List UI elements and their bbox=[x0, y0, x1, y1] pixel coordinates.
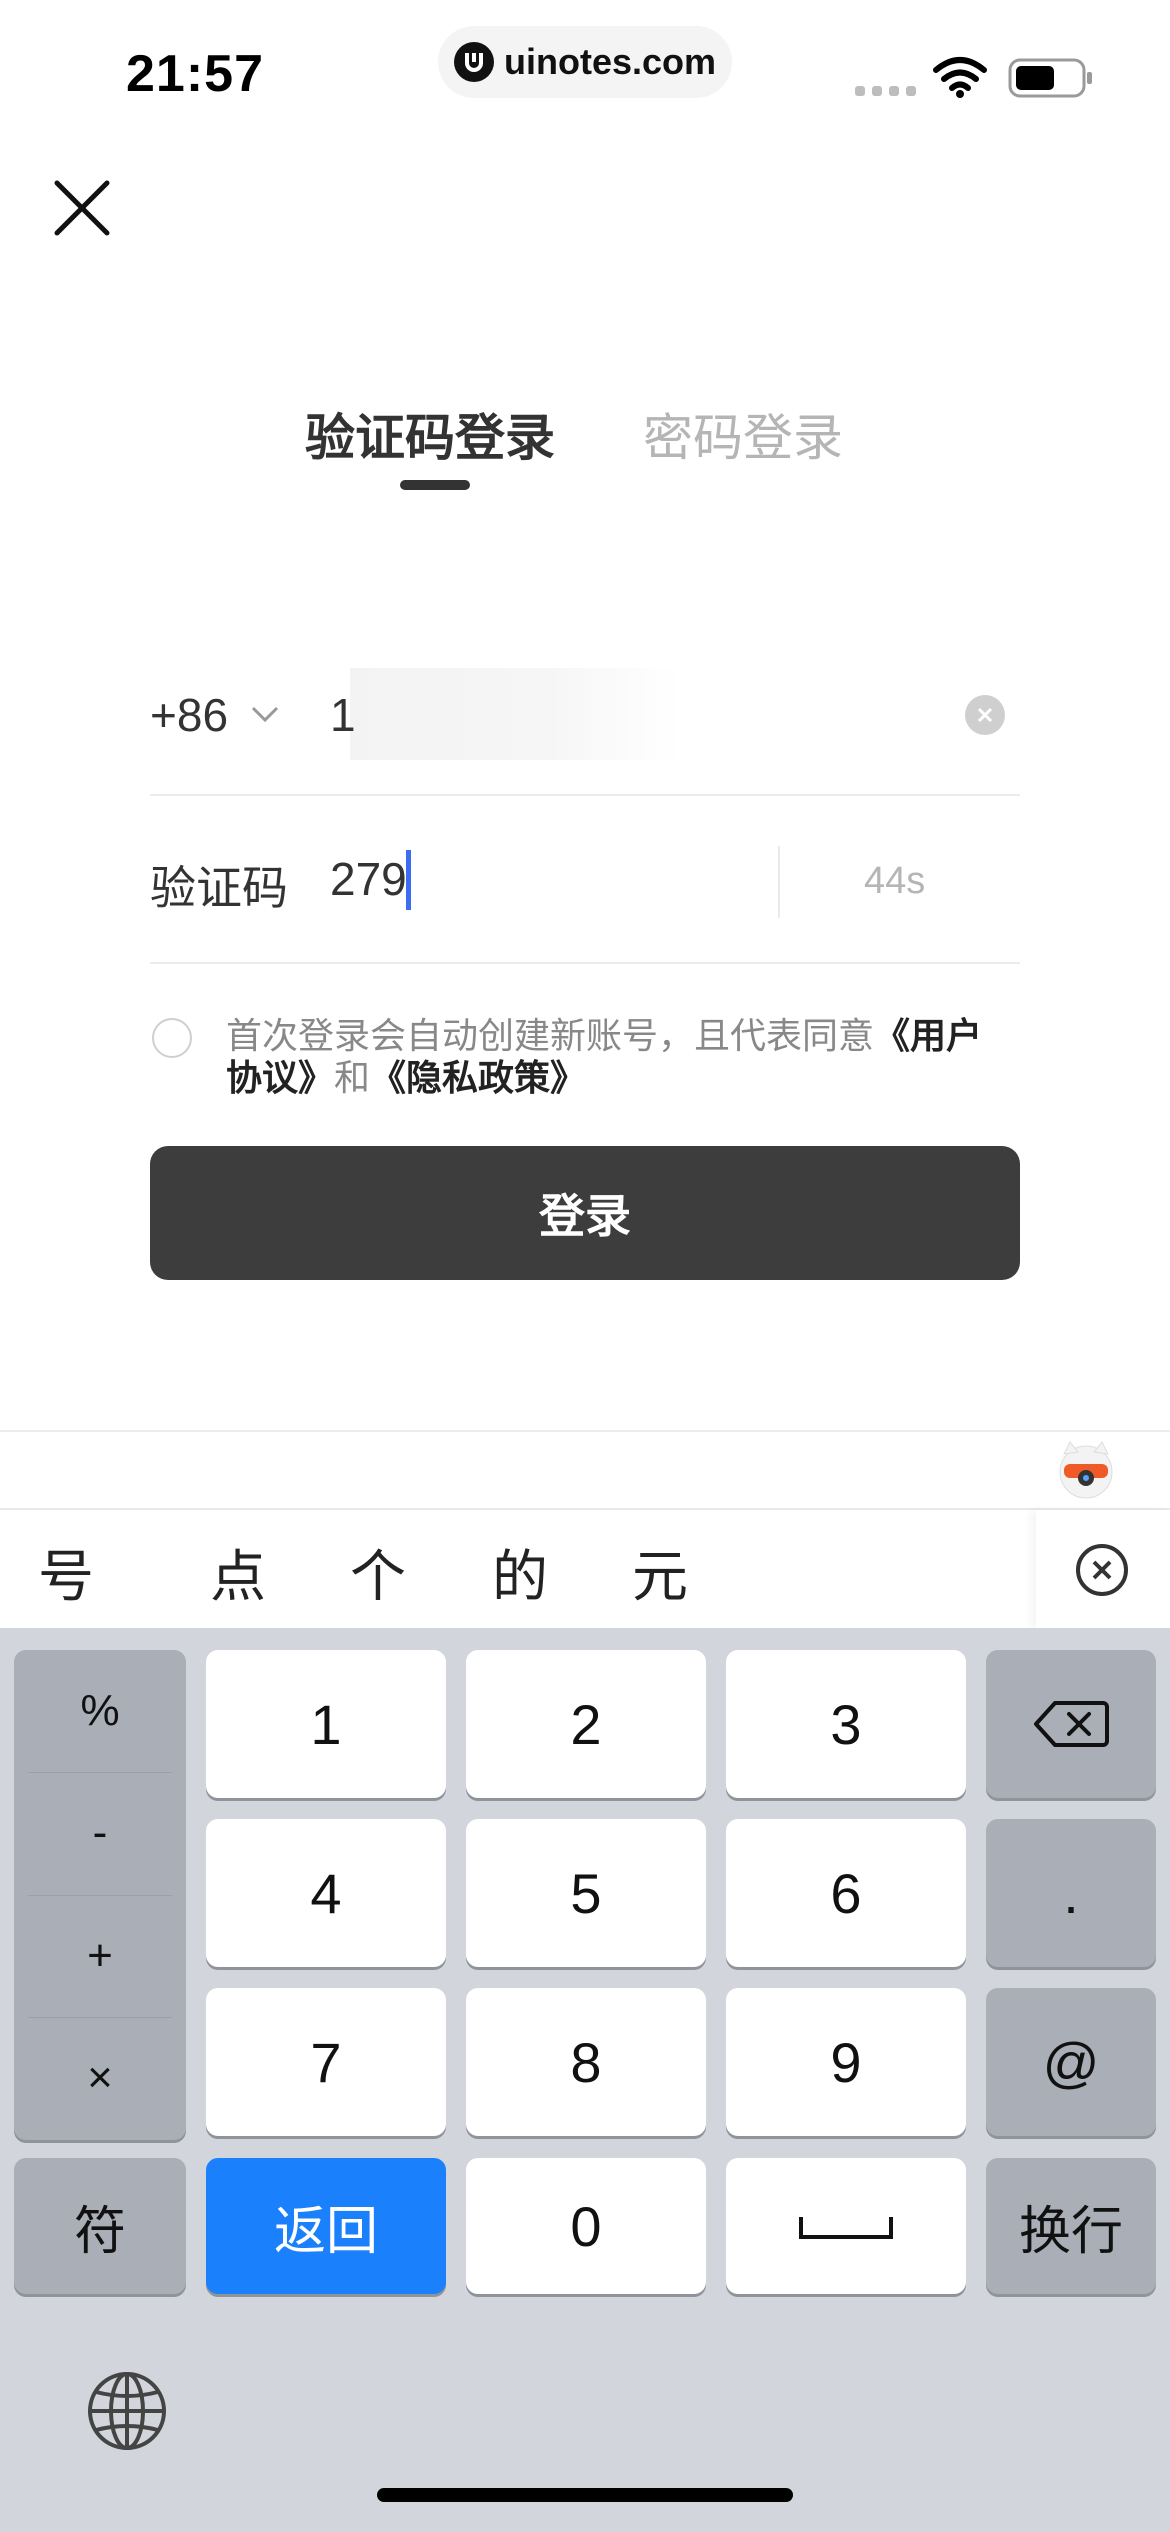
phone-number-masked bbox=[350, 668, 680, 760]
key-backspace[interactable] bbox=[986, 1650, 1156, 1798]
privacy-policy-link[interactable]: 《隐私政策》 bbox=[370, 1058, 586, 1099]
battery-icon bbox=[1008, 58, 1094, 102]
clear-phone-button[interactable] bbox=[965, 695, 1005, 735]
url-pill: uinotes.com bbox=[438, 26, 732, 98]
keyboard-toolbar-line bbox=[0, 1430, 1170, 1432]
active-tab-indicator bbox=[400, 480, 470, 490]
candidate-word[interactable]: 的 bbox=[492, 1532, 548, 1613]
code-separator bbox=[778, 846, 780, 918]
backspace-icon bbox=[1034, 1701, 1109, 1747]
keyboard-mascot-icon[interactable] bbox=[1058, 1440, 1114, 1500]
key-2[interactable]: 2 bbox=[466, 1650, 706, 1798]
url-text: uinotes.com bbox=[503, 41, 717, 82]
candidate-word[interactable]: 个 bbox=[350, 1532, 406, 1613]
space-icon bbox=[799, 2217, 893, 2239]
globe-icon[interactable] bbox=[86, 2370, 168, 2456]
home-indicator bbox=[377, 2488, 793, 2502]
divider bbox=[150, 962, 1020, 964]
text-caret bbox=[406, 850, 411, 910]
candidate-word[interactable]: 号 bbox=[38, 1532, 94, 1613]
key-percent[interactable]: % bbox=[14, 1650, 186, 1772]
close-icon bbox=[54, 180, 110, 236]
candidate-bar bbox=[0, 1510, 1170, 1628]
key-space[interactable] bbox=[726, 2158, 966, 2294]
candidate-word[interactable]: 元 bbox=[632, 1532, 688, 1613]
agreement-checkbox[interactable] bbox=[152, 1018, 192, 1058]
country-code-selector[interactable]: +86 bbox=[150, 688, 228, 742]
key-minus[interactable]: - bbox=[14, 1772, 186, 1894]
key-period[interactable]: . bbox=[986, 1819, 1156, 1967]
key-3[interactable]: 3 bbox=[726, 1650, 966, 1798]
login-button[interactable]: 登录 bbox=[150, 1146, 1020, 1280]
key-symbols[interactable]: 符 bbox=[14, 2158, 186, 2294]
code-label: 验证码 bbox=[150, 861, 288, 915]
key-7[interactable]: 7 bbox=[206, 1988, 446, 2136]
wifi-icon bbox=[932, 56, 988, 102]
key-4[interactable]: 4 bbox=[206, 1819, 446, 1967]
key-6[interactable]: 6 bbox=[726, 1819, 966, 1967]
phone-input[interactable]: 1 bbox=[330, 688, 356, 742]
divider bbox=[150, 794, 1020, 796]
candidate-word[interactable]: 点 bbox=[210, 1532, 266, 1613]
key-plus[interactable]: + bbox=[14, 1895, 186, 2017]
key-newline[interactable]: 换行 bbox=[986, 2158, 1156, 2294]
status-time: 21:57 bbox=[126, 45, 264, 103]
numeric-keyboard: % - + × 1 2 3 4 5 6 . 7 8 9 @ 符 返回 0 换行 bbox=[0, 1628, 1170, 2532]
key-multiply[interactable]: × bbox=[14, 2017, 186, 2139]
close-button[interactable] bbox=[52, 178, 112, 238]
key-9[interactable]: 9 bbox=[726, 1988, 966, 2136]
key-at[interactable]: @ bbox=[986, 1988, 1156, 2136]
uinotes-logo-icon bbox=[453, 42, 494, 82]
phone-input-row: +86 1 bbox=[150, 668, 1020, 798]
close-candidates-button[interactable] bbox=[1076, 1544, 1128, 1596]
key-0[interactable]: 0 bbox=[466, 2158, 706, 2294]
agreement-text: 首次登录会自动创建新账号，且代表同意《用户协议》和《隐私政策》 bbox=[226, 1016, 983, 1099]
cellular-signal-icon bbox=[855, 86, 916, 96]
tab-password-login[interactable]: 密码登录 bbox=[643, 398, 843, 470]
chevron-down-icon[interactable] bbox=[250, 704, 280, 728]
key-8[interactable]: 8 bbox=[466, 1988, 706, 2136]
close-icon bbox=[1092, 1560, 1112, 1580]
clear-icon bbox=[977, 707, 993, 723]
tab-sms-login[interactable]: 验证码登录 bbox=[305, 398, 555, 470]
key-return[interactable]: 返回 bbox=[206, 2158, 446, 2294]
resend-countdown: 44s bbox=[864, 860, 926, 902]
symbol-column: % - + × bbox=[14, 1650, 186, 2140]
key-5[interactable]: 5 bbox=[466, 1819, 706, 1967]
code-input[interactable]: 279 bbox=[330, 852, 407, 906]
key-1[interactable]: 1 bbox=[206, 1650, 446, 1798]
